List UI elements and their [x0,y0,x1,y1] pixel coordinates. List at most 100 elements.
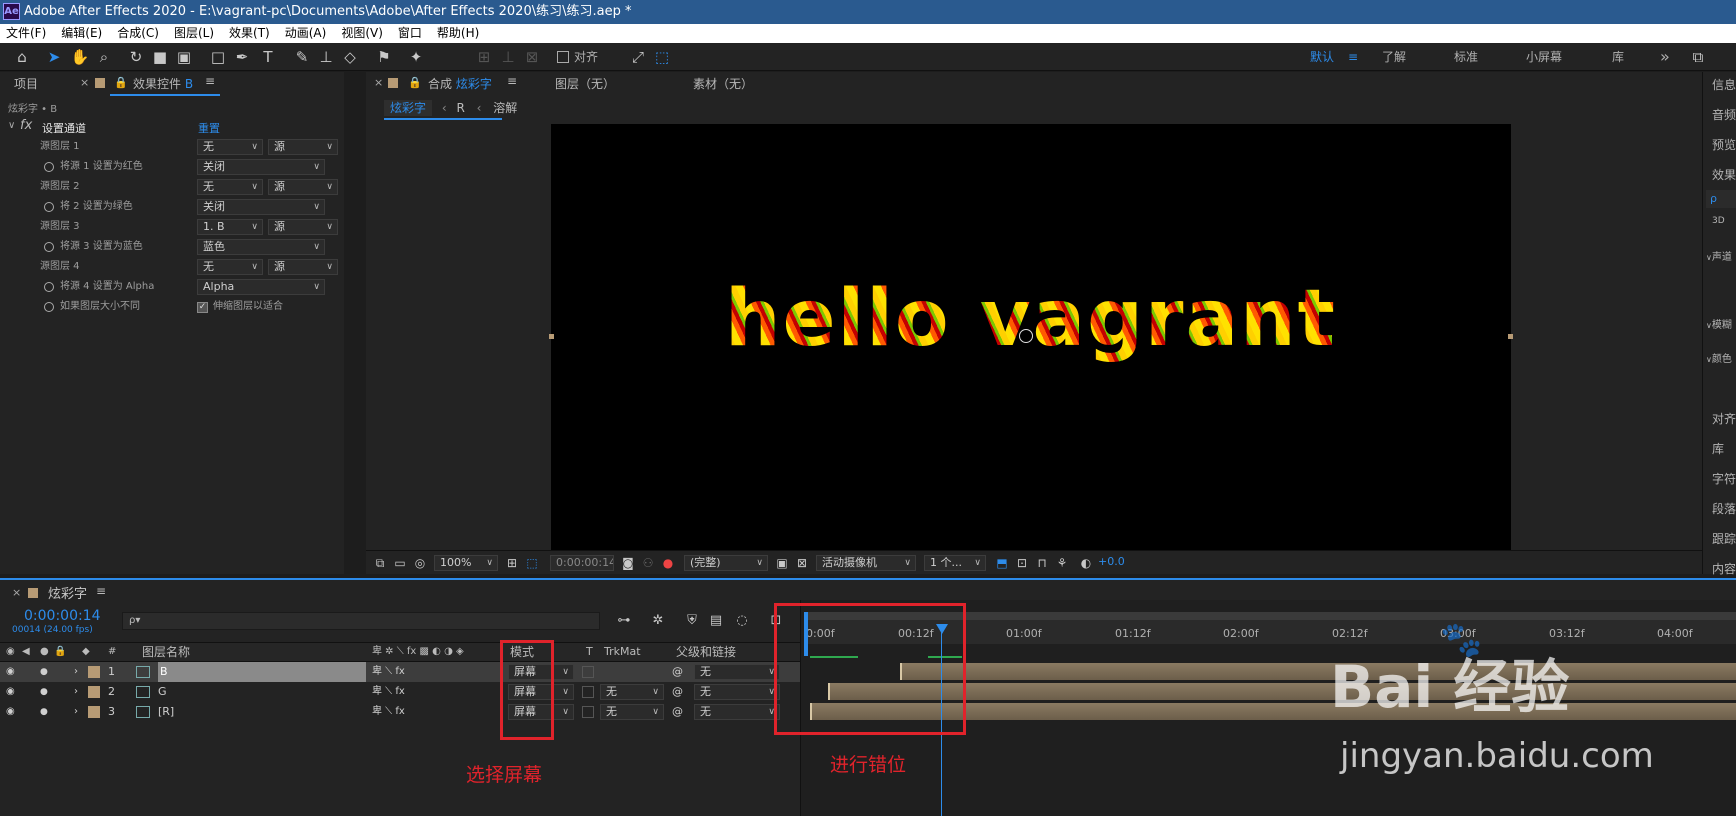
source-layer-3-source-select[interactable]: 源 ∨ [268,219,338,235]
panel-character[interactable]: 字符 [1712,470,1736,487]
region-icon[interactable]: ⬚ [522,553,542,573]
tab-project[interactable]: 项目 [14,72,38,96]
rectangle-tool-icon[interactable]: □ [208,47,228,67]
snap-target-icon[interactable]: ⬚ [652,47,672,67]
monitor-icon[interactable]: ▭ [390,553,410,573]
blue-channel-select[interactable]: 蓝色 ∨ [197,239,325,255]
comp-mini-flowchart-icon[interactable]: ⊶ [614,611,634,631]
stopwatch-icon[interactable] [44,202,54,212]
label-color-icon[interactable] [88,666,100,678]
menu-edit[interactable]: 编辑(E) [61,24,102,43]
crumb-comp[interactable]: 炫彩字 [384,100,433,116]
rotate-tool-icon[interactable]: ↻ [126,47,146,67]
source-layer-1-source-select[interactable]: 源 ∨ [268,139,338,155]
eye-icon[interactable]: ◉ [6,702,15,722]
exposure-value[interactable]: +0.0 [1098,555,1125,568]
solo-icon[interactable]: ● [40,662,48,682]
preserve-transparency-checkbox[interactable] [582,706,594,718]
lock-icon[interactable]: 🔒 [408,76,422,89]
label-color-icon[interactable] [88,706,100,718]
draft-3d-icon[interactable]: ⬒ [992,553,1012,573]
panel-effects[interactable]: 效果 [1712,166,1736,183]
layer-switches[interactable]: 卑 ⟍ fx [372,662,405,682]
close-icon[interactable]: × [80,76,89,89]
close-icon[interactable]: × [374,76,383,89]
source-layer-4-select[interactable]: 无 ∨ [197,259,263,275]
solo-icon[interactable]: ● [40,682,48,702]
frame-blend-icon[interactable]: ▤ [706,611,726,631]
axis-local-icon[interactable]: ⊞ [474,47,494,67]
panel-toggle-icon[interactable]: ⧉ [1688,47,1708,67]
exposure-reset-icon[interactable]: ◐ [1076,553,1096,573]
expand-chevron-icon[interactable]: › [74,682,78,702]
panel-menu-icon[interactable]: ≡ [507,74,517,88]
stopwatch-icon[interactable] [44,302,54,312]
timeline-search-input[interactable]: ρ▾ [122,612,600,630]
resolution-select[interactable]: (完整) ∨ [684,555,768,571]
bounding-handle-left[interactable] [549,334,554,339]
label-color-icon[interactable] [88,686,100,698]
menu-layer[interactable]: 图层(L) [174,24,214,43]
grid-icon[interactable]: ⊞ [502,553,522,573]
motion-blur-icon[interactable]: ◌ [732,611,752,631]
pickwhip-icon[interactable]: @ [672,662,683,682]
layer-name-column-label[interactable]: 图层名称 [142,643,190,661]
selection-tool-icon[interactable]: ➤ [44,47,64,67]
lock-icon[interactable]: 🔒 [114,76,128,89]
tab-effect-controls[interactable]: 效果控件 B [133,72,193,96]
green-channel-select[interactable]: 关闭 ∨ [197,199,325,215]
tab-layer[interactable]: 图层（无） [555,72,615,96]
reset-link[interactable]: 重置 [198,120,220,136]
solo-column-icon[interactable]: ● [40,643,49,661]
puppet-tool-icon[interactable]: ✦ [406,47,426,67]
panel-menu-icon[interactable]: ≡ [205,74,215,88]
roto-brush-tool-icon[interactable]: ⚑ [374,47,394,67]
trkmat-column-label[interactable]: TrkMat [604,643,641,661]
effects-blur[interactable]: ∨模糊 [1706,316,1732,331]
workspace-menu-icon[interactable]: ≡ [1348,43,1358,71]
eye-column-icon[interactable]: ◉ [6,643,15,661]
eraser-tool-icon[interactable]: ◇ [340,47,360,67]
menu-view[interactable]: 视图(V) [341,24,383,43]
effects-color[interactable]: ∨颜色 [1706,350,1732,365]
effects-3d[interactable]: 3D [1712,216,1725,226]
workspace-default[interactable]: 默认 [1310,43,1334,71]
parent-select[interactable]: 无 ∨ [694,704,780,720]
panel-paragraph[interactable]: 段落 [1712,500,1736,517]
layer-name[interactable]: [R] [158,702,174,722]
fx-icon[interactable]: fx [20,118,32,133]
panel-align[interactable]: 对齐 [1712,410,1736,427]
home-icon[interactable]: ⌂ [12,47,32,67]
trkmat-select[interactable]: 无 ∨ [600,704,664,720]
align-checkbox[interactable] [557,51,569,63]
source-layer-2-source-select[interactable]: 源 ∨ [268,179,338,195]
parent-column-label[interactable]: 父级和链接 [676,643,736,661]
table-row[interactable]: ◉ ● › 3 [R] 卑 ⟍ fx 屏幕 ∨ 无 ∨ @ 无 ∨ [0,702,800,722]
fast-preview-icon[interactable]: ⊡ [1012,553,1032,573]
panel-info[interactable]: 信息 [1712,76,1736,93]
layer-name[interactable]: B [158,662,366,682]
pan-behind-tool-icon[interactable]: ▣ [174,47,194,67]
solo-icon[interactable]: ● [40,702,48,722]
pickwhip-icon[interactable]: @ [672,682,683,702]
transparency-grid-icon[interactable]: ⊠ [792,553,812,573]
layer-1-duration-bar[interactable] [900,663,1736,680]
workspace-library[interactable]: 库 [1612,43,1624,71]
timeline-timecode[interactable]: 0:00:00:14 [24,608,101,624]
pen-tool-icon[interactable]: ✒ [232,47,252,67]
table-row[interactable]: ◉ ● › 1 B 卑 ⟍ fx 屏幕 ∨ @ 无 ∨ [0,662,800,682]
tab-footage[interactable]: 素材（无） [693,72,753,96]
panel-content-aware[interactable]: 内容 [1712,560,1736,577]
menu-effect[interactable]: 效果(T) [229,24,270,43]
chevron-down-icon[interactable]: ∨ [8,120,15,131]
panel-tracker[interactable]: 跟踪 [1712,530,1736,547]
lock-column-icon[interactable]: 🔒 [54,643,66,661]
brush-tool-icon[interactable]: ✎ [292,47,312,67]
expand-chevron-icon[interactable]: › [74,662,78,682]
show-snapshot-icon[interactable]: ⚇ [638,553,658,573]
panel-audio[interactable]: 音频 [1712,106,1736,123]
menu-composition[interactable]: 合成(C) [117,24,159,43]
table-row[interactable]: ◉ ● › 2 G 卑 ⟍ fx 屏幕 ∨ 无 ∨ @ 无 ∨ [0,682,800,702]
menu-file[interactable]: 文件(F) [6,24,46,43]
source-layer-1-select[interactable]: 无 ∨ [197,139,263,155]
